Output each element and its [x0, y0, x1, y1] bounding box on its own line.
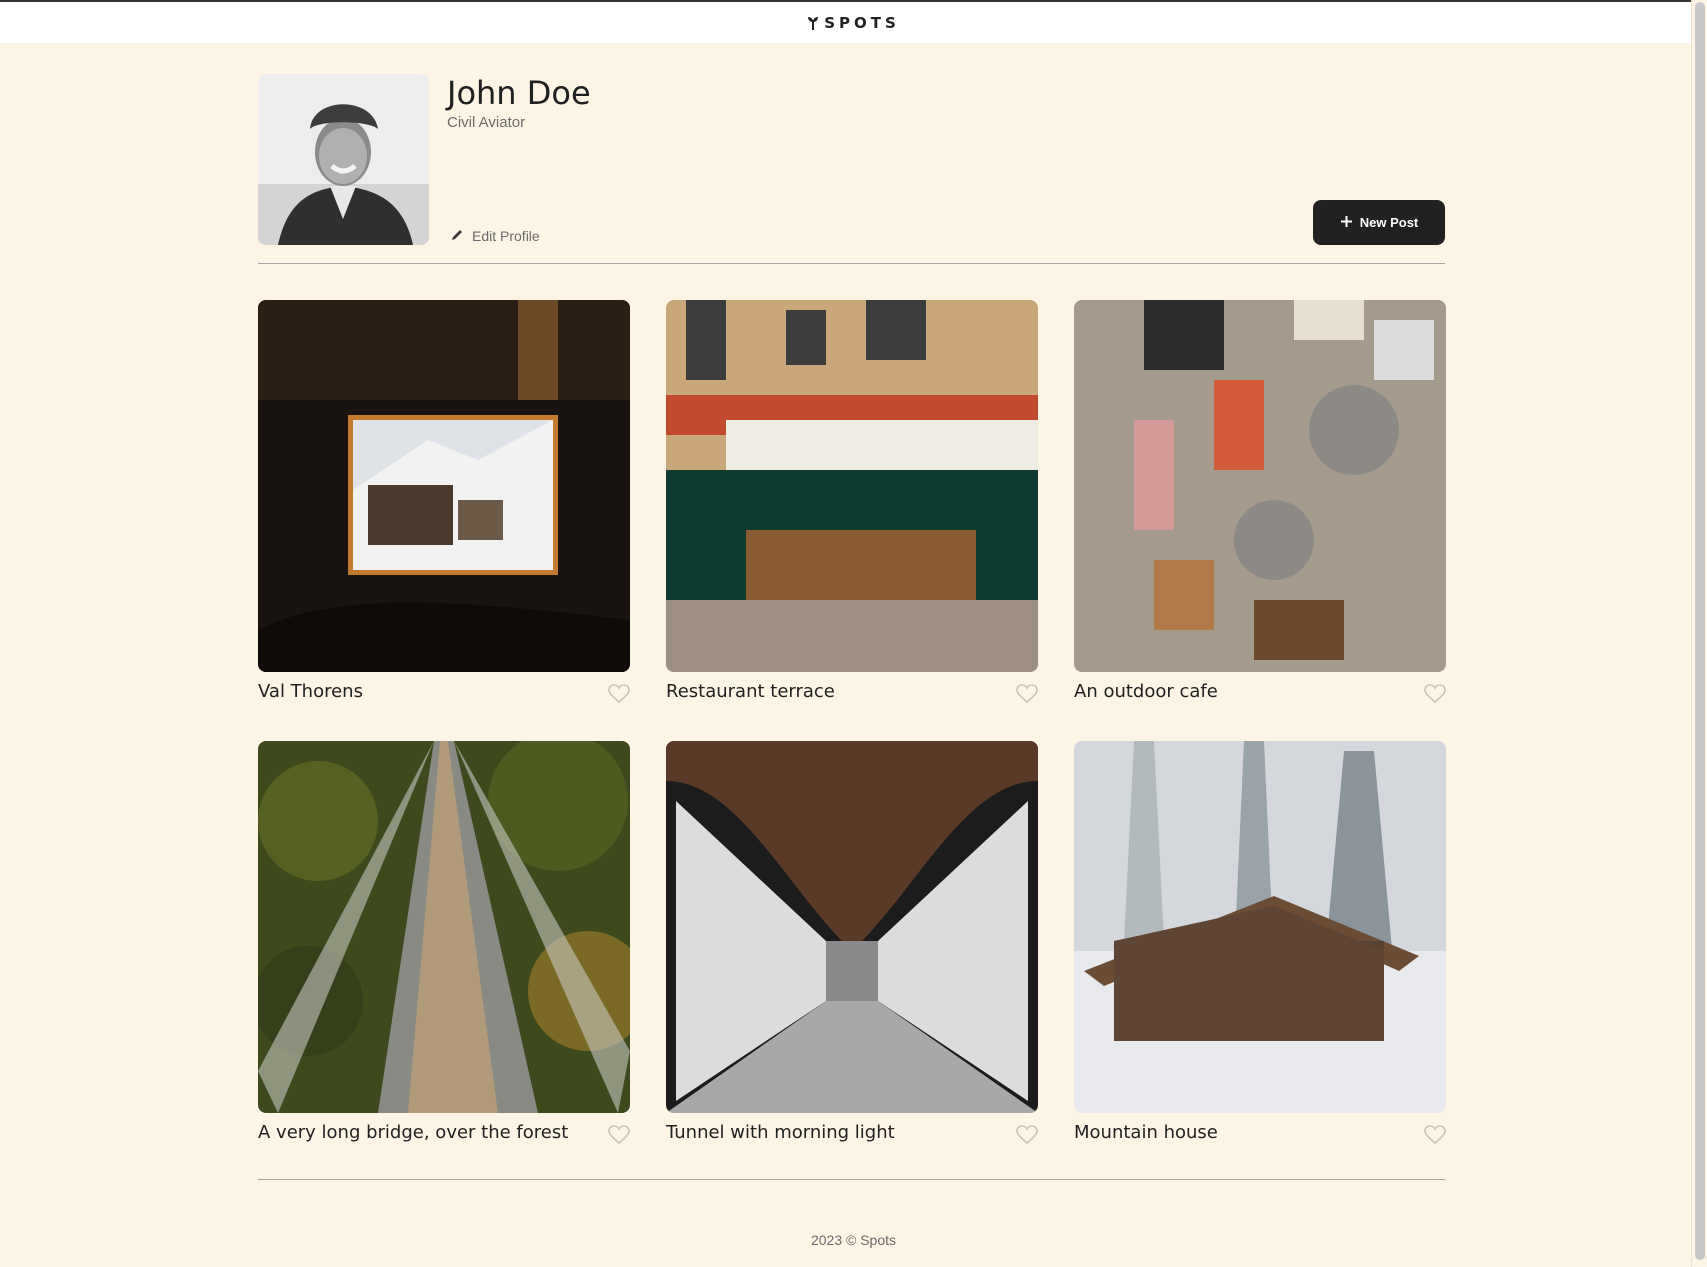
card-title: Restaurant terrace: [666, 681, 835, 702]
edit-profile-button[interactable]: Edit Profile: [451, 228, 540, 244]
heart-icon[interactable]: [1424, 1125, 1446, 1150]
pencil-icon: [451, 228, 464, 244]
heart-icon[interactable]: [1016, 1125, 1038, 1150]
plus-icon: [1340, 215, 1353, 231]
profile-name: John Doe: [447, 74, 591, 112]
profile-divider: [258, 263, 1445, 264]
card: Mountain house: [1074, 741, 1446, 1145]
card: An outdoor cafe: [1074, 300, 1446, 704]
card-title: An outdoor cafe: [1074, 681, 1218, 702]
footer-text: 2023 © Spots: [810, 1232, 897, 1248]
card-image-outdoor-cafe[interactable]: [1074, 300, 1446, 672]
card: Val Thorens: [258, 300, 630, 704]
new-post-label: New Post: [1359, 215, 1419, 230]
scrollbar[interactable]: [1691, 0, 1707, 1267]
logo[interactable]: SPOTS: [807, 14, 900, 32]
card: Restaurant terrace: [666, 300, 1038, 704]
heart-icon[interactable]: [608, 684, 630, 709]
card-image-restaurant-terrace[interactable]: [666, 300, 1038, 672]
card-image-tunnel[interactable]: [666, 741, 1038, 1113]
card-image-long-bridge[interactable]: [258, 741, 630, 1113]
profile-section: John Doe Civil Aviator Edit Profile New …: [258, 74, 1445, 246]
scrollbar-thumb[interactable]: [1695, 2, 1705, 1260]
profile-description: Civil Aviator: [447, 114, 526, 131]
header: SPOTS: [0, 0, 1707, 43]
card-title: Tunnel with morning light: [666, 1122, 895, 1143]
logo-text: SPOTS: [824, 13, 900, 32]
heart-icon[interactable]: [1424, 684, 1446, 709]
heart-icon[interactable]: [1016, 684, 1038, 709]
card-title: A very long bridge, over the forest: [258, 1122, 569, 1143]
footer-divider: [258, 1179, 1445, 1180]
card-title: Mountain house: [1074, 1122, 1218, 1143]
card-title: Val Thorens: [258, 681, 363, 702]
new-post-button[interactable]: New Post: [1313, 200, 1445, 245]
avatar: [258, 74, 429, 245]
card: Tunnel with morning light: [666, 741, 1038, 1145]
edit-profile-label: Edit Profile: [472, 228, 540, 244]
sprout-icon: [807, 15, 819, 31]
heart-icon[interactable]: [608, 1125, 630, 1150]
cards-grid: Val Thorens Restaurant terrace An outdoo…: [258, 300, 1446, 1145]
card-image-val-thorens[interactable]: [258, 300, 630, 672]
card-image-mountain-house[interactable]: [1074, 741, 1446, 1113]
card: A very long bridge, over the forest: [258, 741, 630, 1145]
